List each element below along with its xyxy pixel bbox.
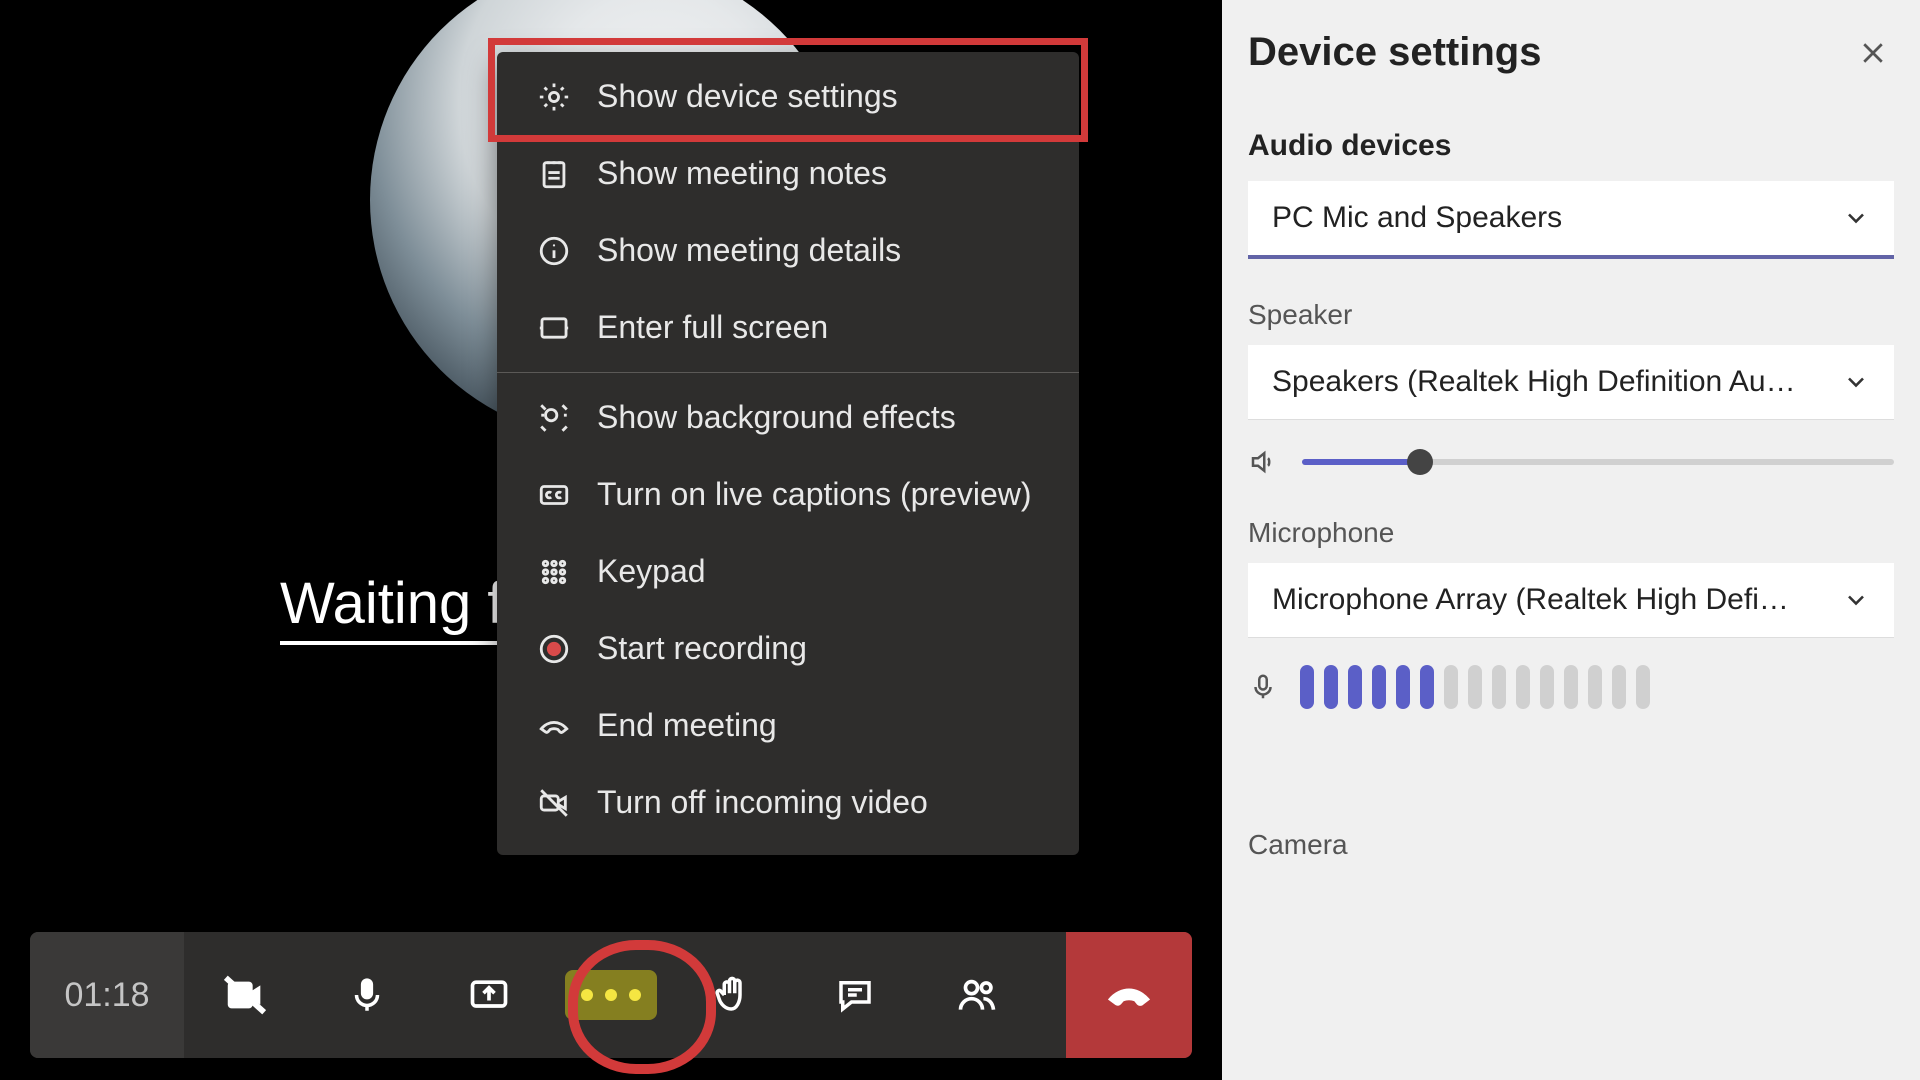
call-controlbar: 01:18 bbox=[30, 932, 1192, 1058]
menu-item-label: Show background effects bbox=[597, 399, 956, 436]
menu-item-label: Turn off incoming video bbox=[597, 784, 928, 821]
menu-background-effects[interactable]: Show background effects bbox=[497, 379, 1079, 456]
menu-item-label: End meeting bbox=[597, 707, 777, 744]
speaker-label: Speaker bbox=[1248, 299, 1894, 331]
microphone-label: Microphone bbox=[1248, 517, 1894, 549]
speaker-select[interactable]: Speakers (Realtek High Definition Au… bbox=[1248, 345, 1894, 419]
keypad-icon bbox=[537, 555, 571, 589]
waiting-status-text: Waiting f bbox=[280, 570, 503, 645]
menu-item-label: Turn on live captions (preview) bbox=[597, 476, 1032, 513]
chevron-down-icon bbox=[1842, 368, 1870, 396]
menu-item-label: Show device settings bbox=[597, 78, 898, 115]
menu-item-label: Show meeting details bbox=[597, 232, 901, 269]
device-settings-panel: Device settings Audio devices PC Mic and… bbox=[1222, 0, 1920, 1080]
menu-show-meeting-notes[interactable]: Show meeting notes bbox=[497, 135, 1079, 212]
notes-icon bbox=[537, 157, 571, 191]
phone-down-icon bbox=[537, 709, 571, 743]
leave-call-button[interactable] bbox=[1066, 932, 1192, 1058]
share-screen-button[interactable] bbox=[428, 932, 550, 1058]
speaker-icon bbox=[1248, 447, 1278, 477]
gear-icon bbox=[537, 80, 571, 114]
chat-button[interactable] bbox=[794, 932, 916, 1058]
microphone-level-meter bbox=[1300, 665, 1650, 709]
raise-hand-button[interactable] bbox=[672, 932, 794, 1058]
speaker-value: Speakers (Realtek High Definition Au… bbox=[1272, 365, 1796, 399]
fullscreen-icon bbox=[537, 311, 571, 345]
audio-device-value: PC Mic and Speakers bbox=[1272, 201, 1562, 235]
panel-title: Device settings bbox=[1248, 30, 1541, 75]
close-panel-button[interactable] bbox=[1852, 32, 1894, 74]
background-effects-icon bbox=[537, 401, 571, 435]
mic-toggle-button[interactable] bbox=[306, 932, 428, 1058]
menu-item-label: Keypad bbox=[597, 553, 706, 590]
menu-item-label: Enter full screen bbox=[597, 309, 828, 346]
microphone-select[interactable]: Microphone Array (Realtek High Defi… bbox=[1248, 563, 1894, 637]
chevron-down-icon bbox=[1842, 204, 1870, 232]
participants-button[interactable] bbox=[916, 932, 1038, 1058]
audio-device-select[interactable]: PC Mic and Speakers bbox=[1248, 181, 1894, 259]
menu-show-meeting-details[interactable]: Show meeting details bbox=[497, 212, 1079, 289]
menu-separator bbox=[497, 372, 1079, 373]
captions-icon bbox=[537, 478, 571, 512]
audio-devices-label: Audio devices bbox=[1248, 129, 1894, 163]
call-stage: Waiting f Show device settings Show meet… bbox=[0, 0, 1222, 1080]
menu-end-meeting[interactable]: End meeting bbox=[497, 687, 1079, 764]
menu-item-label: Show meeting notes bbox=[597, 155, 887, 192]
menu-show-device-settings[interactable]: Show device settings bbox=[497, 58, 1079, 135]
more-actions-menu: Show device settings Show meeting notes … bbox=[497, 52, 1079, 855]
menu-start-recording[interactable]: Start recording bbox=[497, 610, 1079, 687]
info-icon bbox=[537, 234, 571, 268]
chevron-down-icon bbox=[1842, 586, 1870, 614]
camera-toggle-button[interactable] bbox=[184, 932, 306, 1058]
more-actions-button[interactable] bbox=[550, 932, 672, 1058]
menu-enter-full-screen[interactable]: Enter full screen bbox=[497, 289, 1079, 366]
microphone-icon bbox=[1248, 672, 1278, 702]
menu-live-captions[interactable]: Turn on live captions (preview) bbox=[497, 456, 1079, 533]
menu-keypad[interactable]: Keypad bbox=[497, 533, 1079, 610]
menu-turn-off-incoming-video[interactable]: Turn off incoming video bbox=[497, 764, 1079, 841]
microphone-value: Microphone Array (Realtek High Defi… bbox=[1272, 583, 1789, 617]
record-icon bbox=[537, 632, 571, 666]
camera-label: Camera bbox=[1248, 829, 1894, 861]
call-timer: 01:18 bbox=[30, 932, 184, 1058]
speaker-volume-slider[interactable] bbox=[1302, 459, 1894, 465]
more-icon bbox=[565, 970, 657, 1020]
video-off-icon bbox=[537, 786, 571, 820]
menu-item-label: Start recording bbox=[597, 630, 807, 667]
